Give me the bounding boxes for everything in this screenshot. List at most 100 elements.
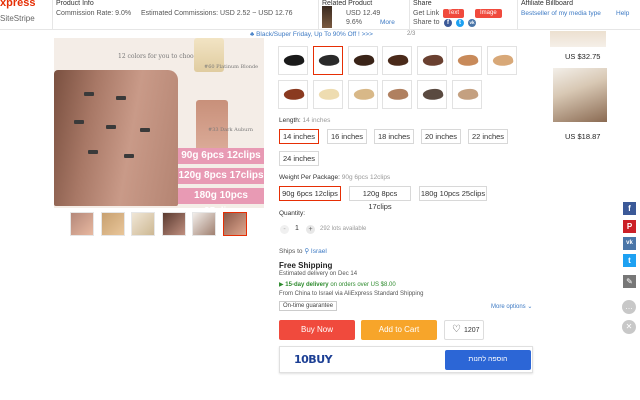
length-selected-value: 14 inches bbox=[302, 117, 331, 124]
color-option[interactable] bbox=[417, 46, 447, 75]
more-options-text: More options bbox=[491, 304, 526, 310]
add-to-cart-button[interactable]: Add to Cart bbox=[361, 320, 437, 340]
notice-pager: 2/3 bbox=[407, 31, 416, 37]
weight-option[interactable]: 180g 10pcs 25clips bbox=[419, 186, 487, 201]
commission-rate: Commission Rate: 9.0% bbox=[56, 10, 132, 17]
hair-clip bbox=[116, 96, 126, 100]
hair-clip bbox=[74, 120, 84, 124]
color-option[interactable] bbox=[278, 46, 308, 75]
facebook-share-icon[interactable]: f bbox=[444, 19, 452, 27]
color-option[interactable] bbox=[452, 46, 482, 75]
fast-delivery-note: ▶ 15-day delivery on orders over US $8.0… bbox=[279, 281, 396, 288]
shipping-route: From China to Israel via AliExpress Stan… bbox=[279, 291, 424, 297]
weight-label: Weight Per Package: 90g 6pcs 12clips bbox=[279, 174, 390, 181]
wishlist-button[interactable]: ♡ 1207 bbox=[444, 320, 484, 340]
divider bbox=[52, 0, 53, 30]
color-swatch bbox=[387, 87, 409, 102]
hair-clip bbox=[124, 154, 134, 158]
weight-banner: 180g 10pcs 25clips bbox=[178, 188, 264, 217]
promo-notice-link[interactable]: ♣ Black/Super Friday, Up To 90% Off ! >>… bbox=[250, 31, 373, 38]
gallery-thumbnail[interactable] bbox=[192, 212, 216, 236]
hair-extension-image bbox=[54, 70, 178, 206]
color-swatch bbox=[353, 53, 375, 68]
color-option[interactable] bbox=[348, 80, 378, 109]
tenbuy-logo: 10BUY bbox=[294, 353, 333, 366]
color-option[interactable] bbox=[278, 80, 308, 109]
product-info-heading: Product Info bbox=[56, 0, 94, 7]
color-swatch bbox=[492, 53, 514, 68]
tenbuy-widget: 10BUY הוספה לחנות bbox=[279, 346, 533, 373]
related-more-link[interactable]: More bbox=[380, 19, 395, 26]
length-option[interactable]: 20 inches bbox=[421, 129, 461, 144]
quantity-decrease-button[interactable]: - bbox=[280, 225, 289, 234]
hair-clip bbox=[84, 92, 94, 96]
weight-option-selected[interactable]: 90g 6pcs 12clips bbox=[279, 186, 341, 201]
aliexpress-logo[interactable]: xpress bbox=[0, 0, 35, 9]
help-link[interactable]: Help bbox=[616, 10, 629, 17]
more-icon[interactable]: … bbox=[622, 300, 636, 314]
gallery-thumbnail-selected[interactable] bbox=[223, 212, 247, 236]
sitestripe-label: SiteStripe bbox=[0, 14, 35, 23]
wishlist-count: 1207 bbox=[464, 327, 480, 334]
vk-share-icon[interactable]: vk bbox=[468, 19, 476, 27]
more-shipping-options-link[interactable]: More options ⌄ bbox=[491, 303, 532, 310]
length-option[interactable]: 18 inches bbox=[374, 129, 414, 144]
related-product-price: USD 12.49 bbox=[346, 10, 381, 17]
pinterest-icon[interactable]: P bbox=[623, 220, 636, 233]
color-option[interactable] bbox=[452, 80, 482, 109]
weight-option[interactable]: 120g 8pcs 17clips bbox=[349, 186, 411, 211]
hair-clip bbox=[106, 125, 116, 129]
length-option-selected[interactable]: 14 inches bbox=[279, 129, 319, 144]
length-option[interactable]: 16 inches bbox=[327, 129, 367, 144]
gallery-thumbnail[interactable] bbox=[131, 212, 155, 236]
get-link-label: Get Link bbox=[413, 10, 440, 17]
gallery-thumbnail[interactable] bbox=[70, 212, 94, 236]
color-option[interactable] bbox=[313, 80, 343, 109]
estimated-delivery: Estimated delivery on Dec 14 bbox=[279, 271, 358, 277]
lots-available: 292 lots available bbox=[320, 226, 367, 232]
ships-to-label: Ships to bbox=[279, 248, 303, 255]
get-link-text-button[interactable]: Text bbox=[443, 9, 465, 18]
color-option[interactable] bbox=[348, 46, 378, 75]
tenbuy-add-to-store-button[interactable]: הוספה לחנות bbox=[445, 350, 531, 370]
get-link-image-button[interactable]: Image bbox=[475, 9, 502, 18]
color-option[interactable] bbox=[382, 80, 412, 109]
edit-icon[interactable]: ✎ bbox=[623, 275, 636, 288]
hair-clip bbox=[140, 128, 150, 132]
length-option[interactable]: 24 inches bbox=[279, 151, 319, 166]
color-swatch bbox=[457, 53, 479, 68]
ships-to-country-link[interactable]: Israel bbox=[311, 248, 327, 255]
gallery-thumbnail[interactable] bbox=[162, 212, 186, 236]
related-product-thumbnail[interactable] bbox=[322, 6, 332, 28]
close-icon[interactable]: ✕ bbox=[622, 320, 636, 334]
color-swatch bbox=[422, 53, 444, 68]
color-option[interactable] bbox=[487, 46, 517, 75]
gallery-caption-auburn: #33 Dark Auburn bbox=[208, 127, 254, 133]
vk-icon[interactable]: vk bbox=[623, 237, 636, 250]
twitter-icon[interactable]: t bbox=[623, 254, 636, 267]
gallery-thumbnail[interactable] bbox=[101, 212, 125, 236]
ships-to: Ships to ⚲ Israel bbox=[279, 247, 327, 255]
gallery-caption-blonde: #60 Platinum Blonde bbox=[204, 64, 259, 70]
recommended-product-image[interactable] bbox=[553, 68, 607, 122]
color-option-selected[interactable] bbox=[313, 46, 343, 75]
color-swatch bbox=[283, 53, 305, 68]
length-option[interactable]: 22 inches bbox=[468, 129, 508, 144]
heart-icon: ♡ bbox=[452, 324, 461, 335]
hair-clip bbox=[88, 150, 98, 154]
twitter-share-icon[interactable]: t bbox=[456, 19, 464, 27]
bestseller-link[interactable]: Bestseller of my media type bbox=[521, 10, 601, 17]
quantity-increase-button[interactable]: + bbox=[306, 225, 315, 234]
divider bbox=[517, 0, 518, 30]
facebook-icon[interactable]: f bbox=[623, 202, 636, 215]
buy-now-button[interactable]: Buy Now bbox=[279, 320, 355, 340]
divider bbox=[409, 0, 410, 30]
quantity-input[interactable]: 1 bbox=[295, 225, 299, 232]
color-option[interactable] bbox=[382, 46, 412, 75]
weight-label-text: Weight Per Package: bbox=[279, 174, 340, 181]
color-option[interactable] bbox=[417, 80, 447, 109]
on-time-guarantee-badge[interactable]: On-time guarantee bbox=[279, 301, 338, 311]
quantity-label: Quantity: bbox=[279, 210, 306, 217]
recommended-product-image[interactable] bbox=[550, 31, 606, 47]
recommended-price: US $18.87 bbox=[565, 132, 601, 141]
